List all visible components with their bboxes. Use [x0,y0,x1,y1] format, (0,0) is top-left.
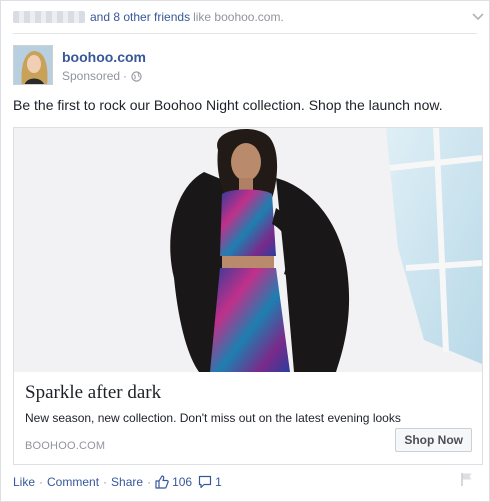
attachment-title[interactable]: Sparkle after dark [25,382,161,404]
page-name-link[interactable]: boohoo.com [62,49,146,65]
attachment-description: New season, new collection. Don't miss o… [25,411,401,425]
chevron-down-icon[interactable] [471,9,485,23]
page-avatar[interactable] [13,45,53,85]
separator-dot: · [39,475,44,489]
sponsored-label[interactable]: Sponsored [62,69,120,83]
social-context-text: like boohoo.com. [193,10,284,24]
sponsored-post-card: and 8 other friends like boohoo.com. boo… [0,0,490,502]
globe-icon [131,70,142,82]
comment-bubble-icon[interactable] [198,475,212,489]
avatar-image [14,46,52,84]
attachment-body: Sparkle after dark New season, new colle… [14,372,482,464]
thumbs-up-icon[interactable] [155,475,169,489]
separator-dot: · [123,69,128,83]
sponsored-row: Sponsored · [62,69,142,83]
social-context: and 8 other friends like boohoo.com. [13,1,479,33]
share-action[interactable]: Share [111,475,143,489]
model-photo [14,128,482,372]
comment-action[interactable]: Comment [47,475,99,489]
like-action[interactable]: Like [13,475,35,489]
attachment-image[interactable] [14,128,482,372]
comment-count[interactable]: 1 [215,475,222,489]
shop-now-button[interactable]: Shop Now [395,428,472,452]
separator-dot: · [103,475,108,489]
like-count[interactable]: 106 [172,475,192,489]
flag-icon[interactable] [459,471,475,487]
separator-dot: · [147,475,152,489]
other-friends-link[interactable]: and 8 other friends [90,10,190,24]
post-text: Be the first to rock our Boohoo Night co… [13,97,443,113]
link-attachment[interactable]: Sparkle after dark New season, new colle… [13,127,483,465]
blurred-friend-name [13,11,85,23]
post-actions: Like · Comment · Share · 106 1 [13,473,222,491]
divider [13,33,477,34]
attachment-domain: BOOHOO.COM [25,440,106,452]
